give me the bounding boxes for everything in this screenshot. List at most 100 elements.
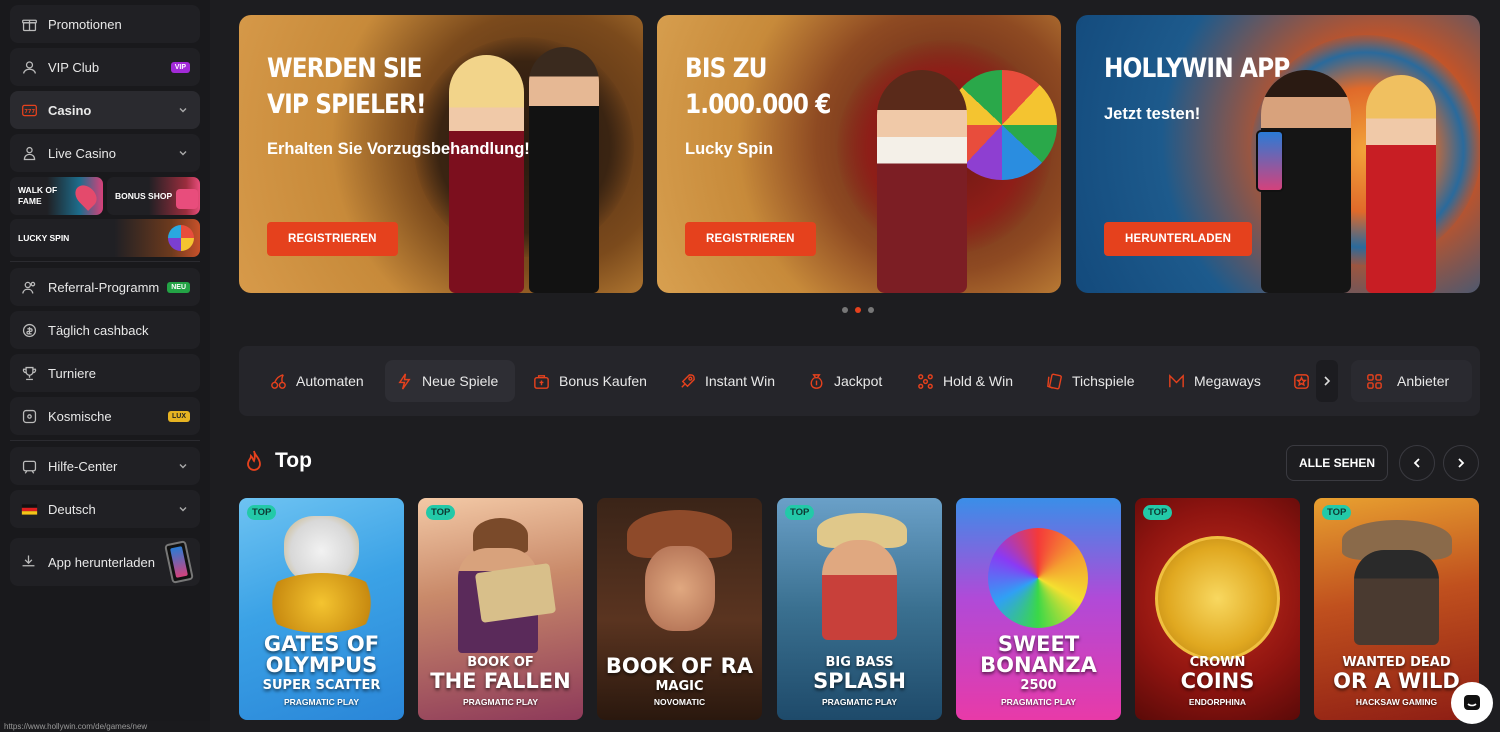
- sidebar-item-label: Turniere: [48, 365, 96, 381]
- top-badge: TOP: [785, 505, 815, 520]
- banner-subtitle: Erhalten Sie Vorzugsbehandlung!: [267, 140, 530, 158]
- sidebar-item-help-center[interactable]: Hilfe-Center: [10, 447, 200, 485]
- lucky-spin-tile[interactable]: LUCKY SPIN: [10, 219, 200, 257]
- game-provider: PRAGMATIC PLAY: [283, 697, 360, 707]
- carousel-dots: [842, 307, 874, 313]
- category-scroll-right[interactable]: [1316, 360, 1338, 402]
- register-button[interactable]: REGISTRIEREN: [685, 222, 816, 256]
- banner-subtitle: Lucky Spin: [685, 140, 774, 158]
- game-title: BOOK OF: [467, 655, 534, 670]
- game-provider: PRAGMATIC PLAY: [1000, 697, 1077, 707]
- game-title: BIG BASS: [825, 655, 894, 670]
- chevron-right-icon: [1324, 376, 1331, 386]
- sidebar-item-label: Casino: [48, 102, 92, 118]
- carousel-dot[interactable]: [842, 307, 848, 313]
- chevron-down-icon: [179, 507, 187, 512]
- game-card[interactable]: TOP BOOK OF THE FALLEN PRAGMATIC PLAY: [418, 498, 583, 720]
- banner-title-line: WERDEN SIE: [267, 53, 422, 84]
- category-bar: Automaten Neue Spiele Bonus Kaufen Insta…: [239, 346, 1480, 416]
- game-card[interactable]: TOP BIG BASS SPLASH PRAGMATIC PLAY: [777, 498, 942, 720]
- carousel-dot[interactable]: [868, 307, 874, 313]
- sidebar-item-live-casino[interactable]: Live Casino: [10, 134, 200, 172]
- next-button[interactable]: [1443, 445, 1479, 481]
- sidebar-item-casino[interactable]: 777 Casino: [10, 91, 200, 129]
- game-card[interactable]: SWEET BONANZA 2500 PRAGMATIC PLAY: [956, 498, 1121, 720]
- language-label: Deutsch: [48, 501, 96, 517]
- sidebar-item-promotions[interactable]: Promotionen: [10, 5, 200, 43]
- category-megaways[interactable]: Megaways: [1157, 360, 1271, 402]
- game-title: CROWN: [1189, 655, 1246, 670]
- providers-button[interactable]: Anbieter: [1351, 360, 1472, 402]
- cashback-icon: [20, 321, 38, 339]
- previous-button[interactable]: [1399, 445, 1435, 481]
- language-selector[interactable]: Deutsch: [10, 490, 200, 528]
- walk-of-fame-label: WALK OF FAME: [18, 185, 58, 206]
- chevron-right-icon: [1458, 458, 1465, 468]
- category-instant-win[interactable]: Instant Win: [668, 360, 785, 402]
- live-chat-button[interactable]: [1451, 682, 1493, 724]
- game-card[interactable]: TOP GATES OF OLYMPUS SUPER SCATTER PRAGM…: [239, 498, 404, 720]
- game-subtitle: SUPER SCATTER: [262, 678, 381, 693]
- map-pin-icon: [71, 181, 101, 211]
- category-tischspiele[interactable]: Tichspiele: [1035, 360, 1145, 402]
- download-button[interactable]: HERUNTERLADEN: [1104, 222, 1253, 256]
- top-badge: TOP: [247, 505, 277, 520]
- carousel-dot-active[interactable]: [855, 307, 861, 313]
- game-provider: PRAGMATIC PLAY: [821, 697, 898, 707]
- game-provider: PRAGMATIC PLAY: [462, 697, 539, 707]
- game-provider: ENDORPHINA: [1188, 697, 1247, 707]
- see-all-button[interactable]: ALLE SEHEN: [1286, 445, 1388, 481]
- sidebar-item-cosmic[interactable]: Kosmische LUX: [10, 397, 200, 435]
- section-title: Top: [243, 449, 312, 473]
- category-automaten[interactable]: Automaten: [259, 360, 374, 402]
- sidebar-item-label: VIP Club: [48, 59, 100, 75]
- banner-lucky-spin[interactable]: BIS ZU 1.000.000 € Lucky Spin REGISTRIER…: [657, 15, 1061, 293]
- game-card[interactable]: TOP WANTED DEAD OR A WILD HACKSAW GAMING: [1314, 498, 1479, 720]
- category-label: Megaways: [1194, 373, 1261, 389]
- category-hold-and-win[interactable]: Hold & Win: [906, 360, 1023, 402]
- sidebar-item-tournaments[interactable]: Turniere: [10, 354, 200, 392]
- app-download-button[interactable]: App herunterladen: [10, 538, 200, 586]
- category-label: Jackpot: [834, 373, 883, 389]
- download-icon: [20, 553, 38, 571]
- megaways-icon: [1169, 373, 1184, 387]
- banner-app[interactable]: HOLLYWIN APP Jetzt testen! HERUNTERLADEN: [1076, 15, 1480, 293]
- sidebar-item-label: Referral-Programm: [48, 279, 160, 295]
- top-badge: TOP: [1143, 505, 1173, 520]
- category-label: Automaten: [296, 373, 364, 389]
- sidebar-item-label: Kosmische: [48, 408, 112, 424]
- category-neue-spiele[interactable]: Neue Spiele: [385, 360, 515, 402]
- game-card[interactable]: TOP CROWN COINS ENDORPHINA: [1135, 498, 1300, 720]
- category-bonus-kaufen[interactable]: Bonus Kaufen: [522, 360, 657, 402]
- register-button[interactable]: REGISTRIEREN: [267, 222, 398, 256]
- banner-title-line: HOLLYWIN APP: [1104, 53, 1290, 84]
- vip-badge: VIP: [170, 61, 190, 73]
- game-art: [474, 563, 557, 623]
- game-icon: [20, 407, 38, 425]
- sidebar-item-cashback[interactable]: Täglich cashback: [10, 311, 200, 349]
- category-label: Hold & Win: [943, 373, 1014, 389]
- banner-title: WERDEN SIE VIP SPIELER!: [267, 51, 427, 123]
- bonus-shop-tile[interactable]: BONUS SHOP: [107, 177, 200, 215]
- cards-icon: [1047, 373, 1062, 389]
- sidebar-item-label: Live Casino: [48, 145, 116, 161]
- user-icon: [20, 58, 38, 76]
- category-jackpot[interactable]: Jackpot: [797, 360, 892, 402]
- sidebar-item-vip-club[interactable]: VIP Club VIP: [10, 48, 200, 86]
- phone-icon: [164, 540, 194, 584]
- sidebar-item-referral[interactable]: Referral-Programm NEU: [10, 268, 200, 306]
- divider: [10, 261, 200, 262]
- german-flag-icon: [20, 500, 38, 518]
- phone-icon: [1256, 130, 1284, 192]
- walk-of-fame-tile[interactable]: WALK OF FAME: [10, 177, 103, 215]
- banner-figure: [1366, 75, 1436, 293]
- new-badge: NEU: [167, 281, 190, 293]
- chevron-down-icon: [179, 151, 187, 156]
- game-subtitle: 2500: [1020, 678, 1057, 693]
- game-card[interactable]: BOOK OF RA MAGIC NOVOMATIC: [597, 498, 762, 720]
- sidebar-item-label: Hilfe-Center: [48, 458, 118, 474]
- chat-icon: [1464, 695, 1480, 710]
- category-more[interactable]: [1292, 360, 1319, 402]
- coins-icon: [918, 373, 933, 389]
- banner-vip[interactable]: WERDEN SIE VIP SPIELER! Erhalten Sie Vor…: [239, 15, 643, 293]
